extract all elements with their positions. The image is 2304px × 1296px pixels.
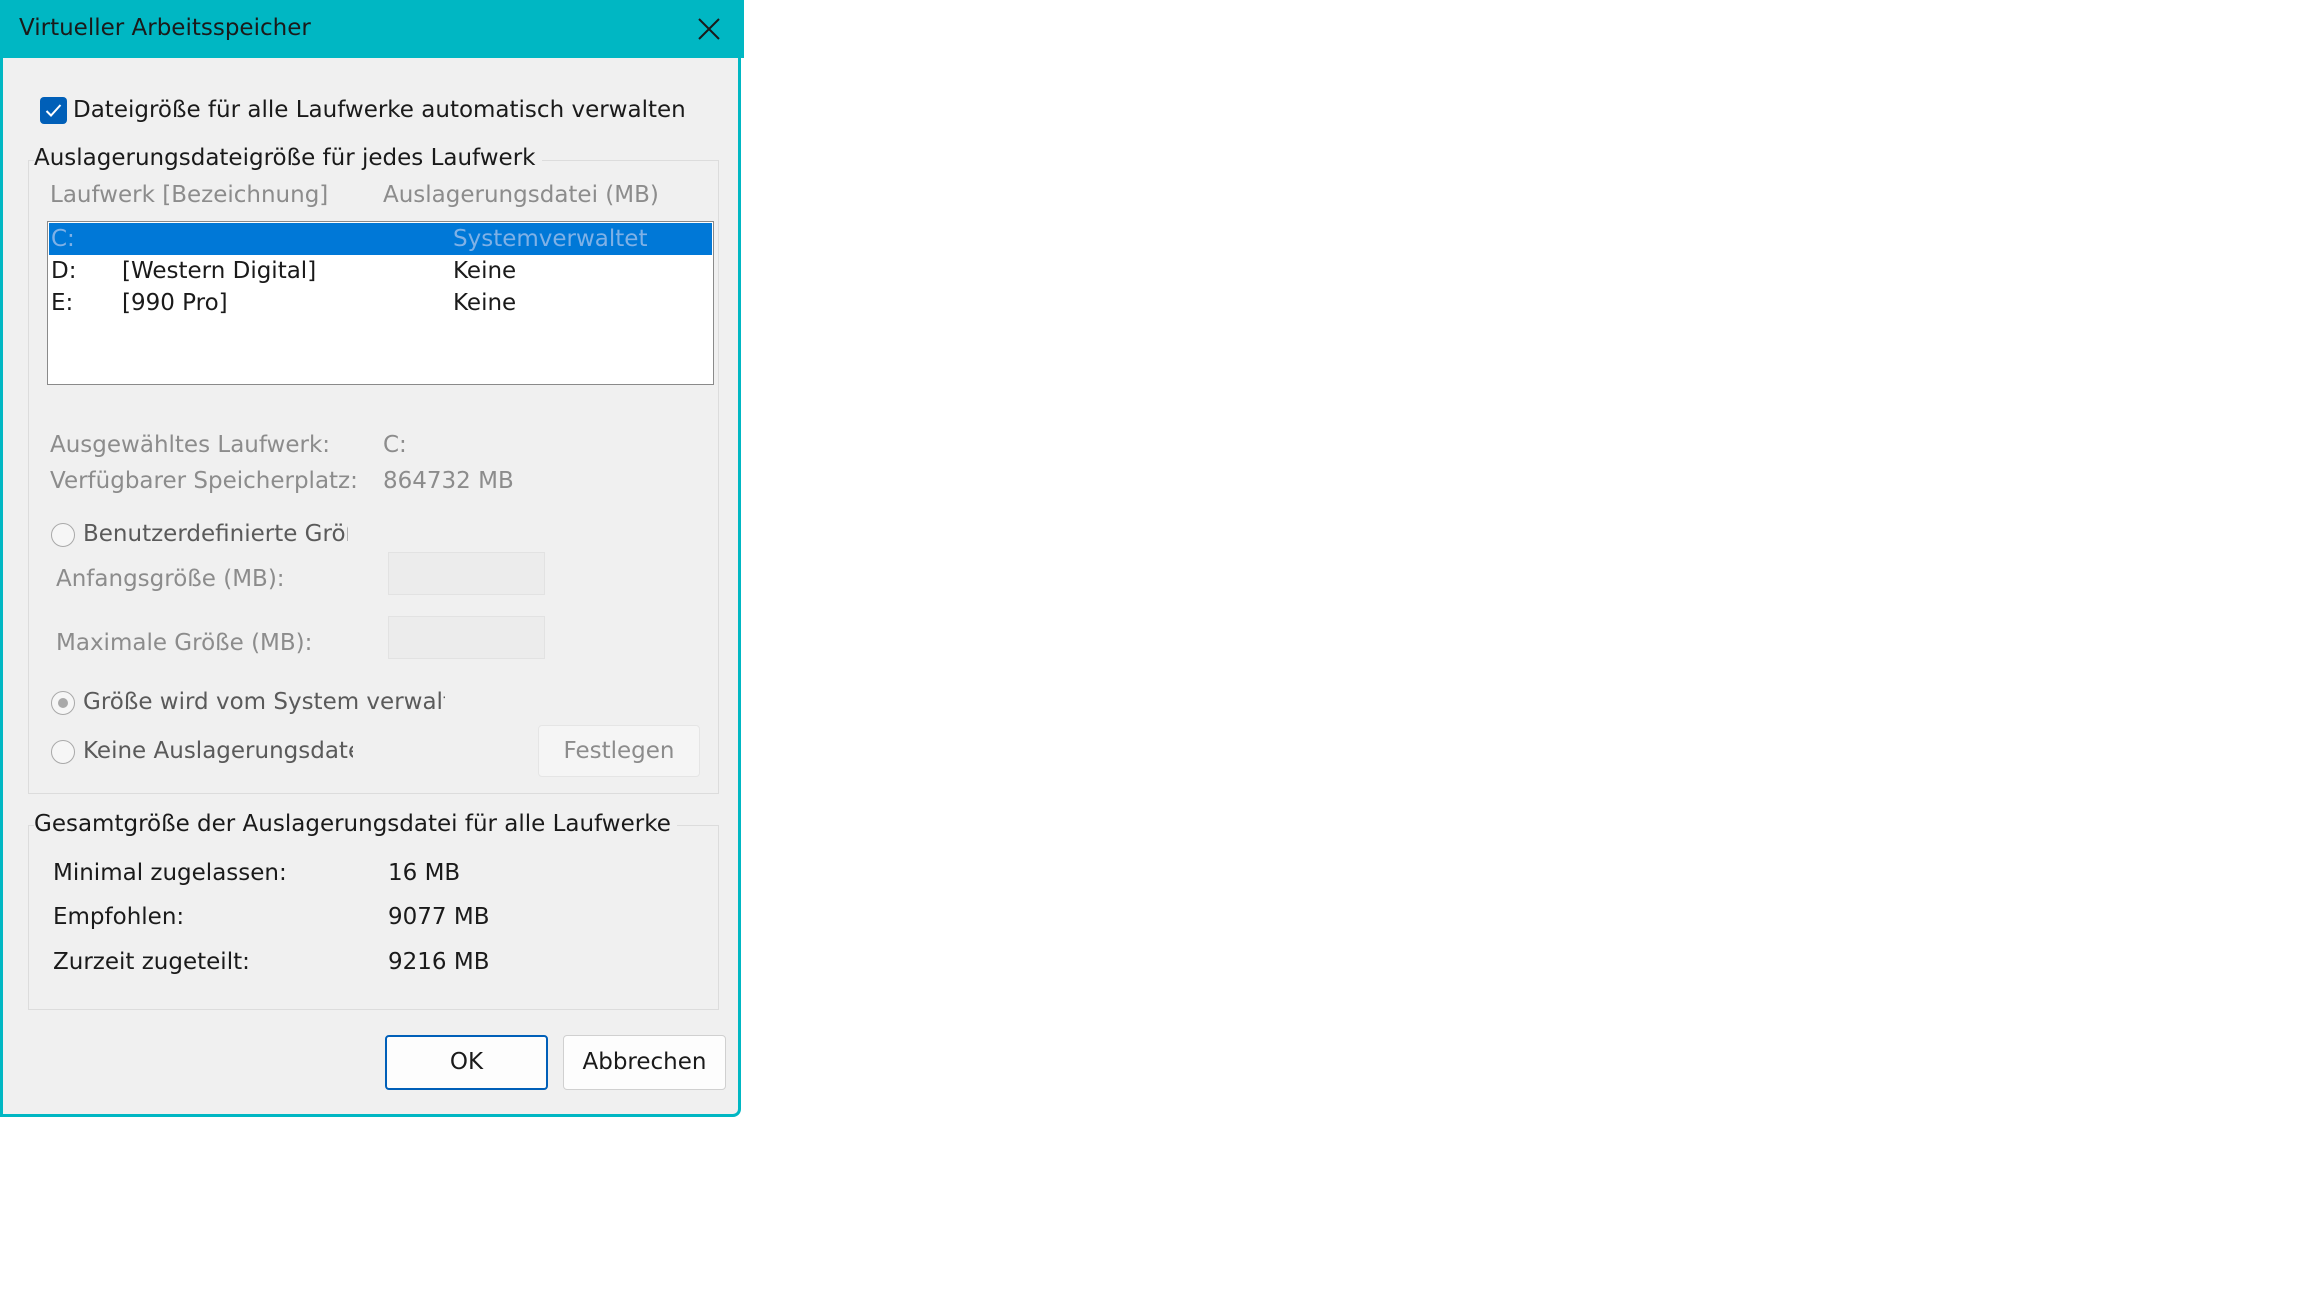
column-header-pagefile: Auslagerungsdatei (MB): [383, 182, 659, 208]
auto-manage-checkbox[interactable]: [40, 97, 67, 124]
drive-row-e[interactable]: E: [990 Pro] Keine: [49, 287, 712, 319]
drive-label: [Western Digital]: [122, 258, 317, 284]
drive-letter: D:: [51, 258, 77, 284]
selected-drive-value: C:: [383, 432, 407, 458]
set-button[interactable]: Festlegen: [538, 725, 700, 777]
drives-listbox[interactable]: C: Systemverwaltet D: [Western Digital] …: [47, 221, 714, 385]
drive-pagefile-size: Systemverwaltet: [453, 226, 648, 252]
totals-group-legend: Gesamtgröße der Auslagerungsdatei für al…: [34, 811, 677, 837]
virtual-memory-dialog: Virtueller Arbeitsspeicher Dateigröße fü…: [0, 0, 744, 1117]
initial-size-label: Anfangsgröße (MB):: [56, 566, 285, 592]
ok-button[interactable]: OK: [385, 1035, 548, 1090]
column-header-drive: Laufwerk [Bezeichnung]: [50, 182, 329, 208]
selected-drive-label: Ausgewähltes Laufwerk:: [50, 432, 331, 458]
dialog-title: Virtueller Arbeitsspeicher: [19, 15, 311, 41]
title-bar[interactable]: Virtueller Arbeitsspeicher: [3, 0, 744, 58]
min-allowed-label: Minimal zugelassen:: [53, 860, 287, 886]
drive-label: [990 Pro]: [122, 290, 228, 316]
custom-size-radio[interactable]: [51, 523, 75, 547]
currently-allocated-label: Zurzeit zugeteilt:: [53, 949, 250, 975]
close-icon: [698, 18, 720, 40]
custom-size-label[interactable]: Benutzerdefinierte Größe: [83, 521, 348, 547]
recommended-value: 9077 MB: [388, 904, 490, 930]
max-size-label: Maximale Größe (MB):: [56, 630, 313, 656]
system-managed-label[interactable]: Größe wird vom System verwaltet: [83, 689, 445, 715]
system-managed-radio[interactable]: [51, 691, 75, 715]
checkmark-icon: [45, 104, 62, 117]
max-size-input[interactable]: [388, 616, 545, 659]
free-space-label: Verfügbarer Speicherplatz:: [50, 468, 358, 494]
drives-group-legend: Auslagerungsdateigröße für jedes Laufwer…: [34, 145, 542, 171]
drive-letter: C:: [51, 226, 75, 252]
no-pagefile-label[interactable]: Keine Auslagerungsdatei: [83, 738, 353, 764]
initial-size-input[interactable]: [388, 552, 545, 595]
no-pagefile-radio[interactable]: [51, 740, 75, 764]
drive-row-c[interactable]: C: Systemverwaltet: [49, 223, 712, 255]
drive-letter: E:: [51, 290, 74, 316]
min-allowed-value: 16 MB: [388, 860, 461, 886]
drive-row-d[interactable]: D: [Western Digital] Keine: [49, 255, 712, 287]
drive-pagefile-size: Keine: [453, 258, 517, 284]
drive-pagefile-size: Keine: [453, 290, 517, 316]
cancel-button[interactable]: Abbrechen: [563, 1035, 726, 1090]
free-space-value: 864732 MB: [383, 468, 514, 494]
recommended-label: Empfohlen:: [53, 904, 185, 930]
close-button[interactable]: [675, 0, 743, 58]
auto-manage-label[interactable]: Dateigröße für alle Laufwerke automatisc…: [73, 97, 686, 123]
currently-allocated-value: 9216 MB: [388, 949, 490, 975]
